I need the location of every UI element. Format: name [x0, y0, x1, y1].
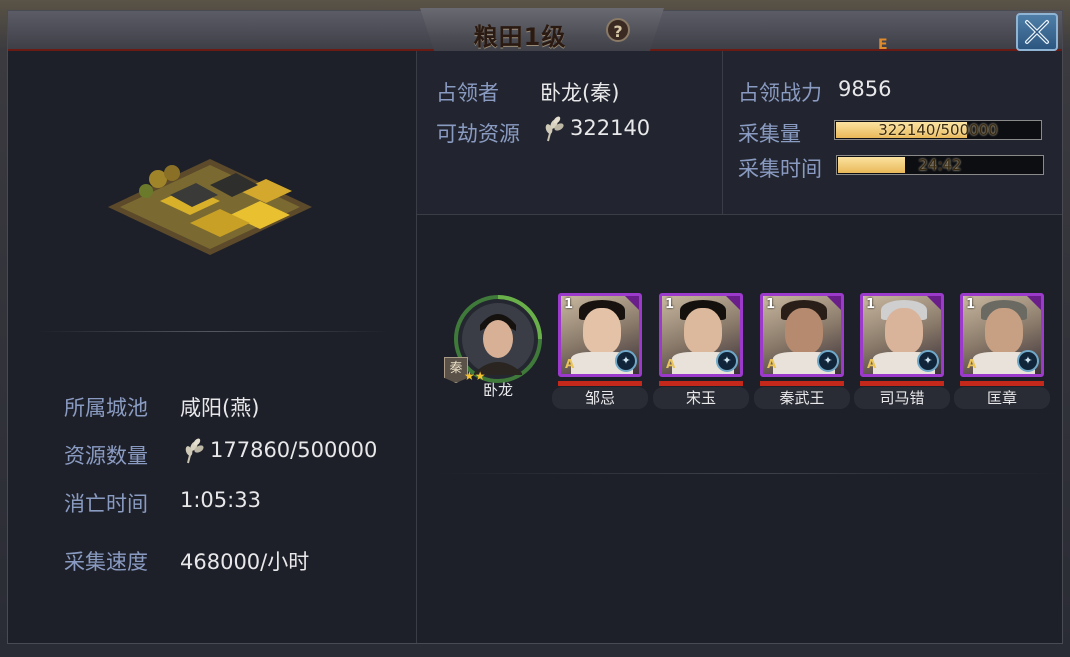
- hero-face: [985, 308, 1023, 354]
- rarity-corner-icon: [726, 296, 740, 310]
- hero-face: [885, 308, 923, 354]
- close-button[interactable]: [1016, 13, 1058, 51]
- farmland-image: [108, 159, 312, 255]
- hero-name: 宋玉: [653, 387, 749, 409]
- plunder-resource: 322140: [540, 116, 650, 142]
- hero-face: [785, 308, 823, 354]
- hero-hp-bar: [760, 381, 844, 386]
- skill-icon: ✦: [917, 350, 939, 372]
- leader-name: 卧龙: [482, 381, 513, 399]
- resource-count: 177860/500000: [180, 438, 377, 464]
- close-x-icon: [1025, 20, 1049, 44]
- occupant-label: 占领者: [436, 81, 499, 105]
- leader-portrait[interactable]: 秦 ★★ 卧龙: [444, 295, 546, 407]
- hero-level: 1: [665, 297, 675, 312]
- hero-hp-bar: [960, 381, 1044, 386]
- skill-icon: ✦: [615, 350, 637, 372]
- hero-name: 匡章: [954, 387, 1050, 409]
- collect-amount-text: 322140/500000: [878, 121, 998, 139]
- hero-card[interactable]: 1 A ✦: [860, 293, 944, 377]
- leader-faction: 秦: [449, 361, 463, 376]
- hero-name: 司马错: [854, 387, 950, 409]
- plunder-label: 可劫资源: [436, 122, 520, 146]
- rank-icon: A: [767, 357, 777, 371]
- collect-time-label: 采集时间: [738, 157, 822, 181]
- rarity-corner-icon: [827, 296, 841, 310]
- hero-hp-bar: [860, 381, 944, 386]
- rank-icon: A: [565, 357, 575, 371]
- hero-card[interactable]: 1 A ✦: [558, 293, 642, 377]
- left-info-panel: 所属城池 咸阳(燕) 资源数量 177860/500000 消亡时间 1:05:…: [8, 51, 417, 643]
- rank-icon: A: [967, 357, 977, 371]
- collect-amount-bar: 322140/500000: [834, 120, 1042, 140]
- rank-icon: A: [666, 357, 676, 371]
- collect-amount-label: 采集量: [738, 122, 801, 146]
- divider: [722, 51, 723, 214]
- skill-icon: ✦: [1017, 350, 1039, 372]
- plunder-value: 322140: [570, 116, 651, 140]
- question-icon[interactable]: ?: [606, 18, 630, 42]
- expire-time-value: 1:05:33: [180, 488, 261, 512]
- resource-count-value: 177860/500000: [210, 438, 378, 462]
- hero-card[interactable]: 1 A ✦: [960, 293, 1044, 377]
- city-label: 所属城池: [64, 396, 148, 420]
- skill-icon: ✦: [716, 350, 738, 372]
- hero-card[interactable]: 1 A ✦: [760, 293, 844, 377]
- hero-face: [583, 308, 621, 354]
- hero-level: 1: [866, 297, 876, 312]
- hero-level: 1: [766, 297, 776, 312]
- collect-time-bar: 24:42: [836, 155, 1044, 175]
- hero-card[interactable]: 1 A ✦: [659, 293, 743, 377]
- resource-count-label: 资源数量: [64, 444, 148, 468]
- rank-icon: A: [867, 357, 877, 371]
- hero-face: [684, 308, 722, 354]
- power-value: 9856: [838, 77, 892, 101]
- collect-speed-value: 468000/小时: [180, 550, 310, 574]
- hero-name: 邹忌: [552, 387, 648, 409]
- rarity-corner-icon: [625, 296, 639, 310]
- occupant-value: 卧龙(秦): [540, 81, 620, 105]
- rarity-corner-icon: [1027, 296, 1041, 310]
- expire-time-label: 消亡时间: [64, 492, 148, 516]
- page-title: 粮田1级: [473, 23, 567, 51]
- hero-level: 1: [564, 297, 574, 312]
- hero-level: 1: [966, 297, 976, 312]
- city-value: 咸阳(燕): [180, 396, 260, 420]
- hero-hp-bar: [558, 381, 642, 386]
- collect-time-text: 24:42: [918, 156, 962, 174]
- divider: [38, 331, 388, 332]
- divider: [438, 473, 1058, 474]
- rarity-corner-icon: [927, 296, 941, 310]
- hero-hp-bar: [659, 381, 743, 386]
- wheat-icon: [545, 116, 564, 142]
- resource-panel: 粮田1级 ? E 所属城池 咸阳(燕) 资源数量 177860/500000 消…: [7, 8, 1063, 644]
- hero-name: 秦武王: [754, 387, 850, 409]
- collect-speed-label: 采集速度: [64, 550, 148, 574]
- power-label: 占领战力: [738, 81, 822, 105]
- wheat-icon: [185, 438, 204, 464]
- skill-icon: ✦: [817, 350, 839, 372]
